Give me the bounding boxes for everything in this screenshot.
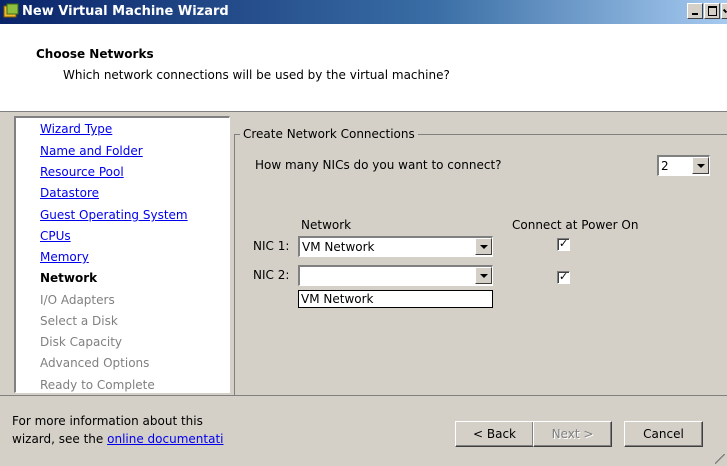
nav-step-disk-capacity: Disk Capacity — [40, 335, 123, 349]
window-title: New Virtual Machine Wizard — [22, 4, 229, 19]
vm-wizard-icon — [3, 3, 19, 18]
help-text-prefix: wizard, see the — [12, 432, 104, 446]
maximize-button[interactable] — [704, 3, 720, 19]
nav-step-io-adapters: I/O Adapters — [40, 293, 115, 307]
close-button[interactable] — [721, 3, 727, 19]
connect-column-header: Connect at Power On — [512, 218, 639, 232]
nav-step-cpus[interactable]: CPUs — [40, 229, 71, 243]
help-text-line2: wizard, see the online documentati — [12, 432, 223, 446]
page-title: Choose Networks — [36, 47, 154, 61]
online-documentation-link[interactable]: online documentati — [107, 432, 223, 446]
chevron-down-icon[interactable] — [692, 157, 709, 174]
nic2-connect-checkbox[interactable]: ✓ — [557, 270, 570, 284]
nic2-label: NIC 2: — [253, 268, 290, 282]
nic1-network-value: VM Network — [302, 240, 375, 254]
page-subtitle: Which network connections will be used b… — [63, 68, 450, 82]
nic1-connect-checkbox[interactable]: ✓ — [557, 237, 570, 251]
chevron-down-icon[interactable] — [475, 238, 492, 255]
wizard-footer: For more information about this wizard, … — [0, 395, 727, 466]
help-text-line1: For more information about this — [12, 414, 203, 428]
nic-count-label: How many NICs do you want to connect? — [255, 158, 502, 172]
wizard-steps-panel: Wizard Type Name and Folder Resource Poo… — [14, 116, 230, 393]
resize-grip-icon[interactable] — [715, 454, 725, 464]
nav-step-name-and-folder[interactable]: Name and Folder — [40, 144, 143, 158]
nav-step-wizard-type[interactable]: Wizard Type — [40, 122, 112, 136]
cancel-button[interactable]: Cancel — [624, 421, 703, 447]
nic-count-value: 2 — [661, 159, 669, 173]
minimize-button[interactable] — [687, 3, 703, 19]
nic-count-select[interactable]: 2 — [657, 155, 710, 176]
nav-step-resource-pool[interactable]: Resource Pool — [40, 165, 124, 179]
dropdown-option-vm-network[interactable]: VM Network — [301, 292, 373, 306]
nic1-network-select[interactable]: VM Network — [298, 236, 493, 257]
nav-step-ready-to-complete: Ready to Complete — [40, 378, 155, 392]
nic1-label: NIC 1: — [253, 239, 290, 253]
back-button[interactable]: < Back — [455, 421, 534, 447]
nav-step-datastore[interactable]: Datastore — [40, 186, 99, 200]
nav-step-guest-os[interactable]: Guest Operating System — [40, 208, 188, 222]
nav-step-advanced-options: Advanced Options — [40, 356, 150, 370]
nav-step-select-disk: Select a Disk — [40, 314, 118, 328]
nav-step-network: Network — [40, 271, 98, 285]
title-bar: New Virtual Machine Wizard — [0, 0, 727, 24]
nic2-dropdown-list: VM Network — [298, 290, 493, 308]
nic2-network-select[interactable] — [298, 265, 493, 286]
chevron-down-icon[interactable] — [475, 267, 492, 284]
next-button: Next > — [533, 421, 612, 447]
wizard-header: Choose Networks Which network connection… — [0, 24, 727, 112]
checkmark-icon: ✓ — [559, 270, 569, 283]
nav-step-memory[interactable]: Memory — [40, 250, 89, 264]
checkmark-icon: ✓ — [559, 237, 569, 250]
network-column-header: Network — [301, 218, 352, 232]
group-title: Create Network Connections — [240, 127, 418, 141]
